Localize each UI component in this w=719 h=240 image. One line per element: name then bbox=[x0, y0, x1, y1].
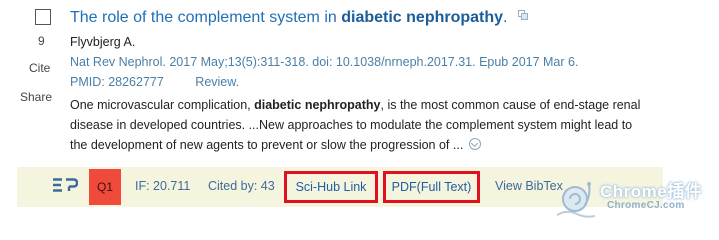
title-suffix: . bbox=[503, 9, 508, 26]
authors: Flyvbjerg A. bbox=[70, 35, 136, 49]
abstract-snippet: One microvascular complication, diabetic… bbox=[70, 95, 650, 155]
select-checkbox[interactable] bbox=[35, 9, 51, 25]
journal-citation: Nat Rev Nephrol. 2017 May;13(5):311-318.… bbox=[70, 55, 579, 69]
cite-count: 9 bbox=[38, 34, 45, 48]
share-button[interactable]: Share bbox=[20, 90, 52, 104]
copy-icon[interactable] bbox=[517, 7, 528, 20]
watermark-title: Chrome插件 bbox=[600, 182, 703, 201]
quartile-badge: Q1 bbox=[89, 169, 121, 205]
article-type: Review. bbox=[195, 75, 240, 89]
result-sidebar: 9 Cite Share bbox=[0, 0, 62, 165]
title-text: The role of the complement system in bbox=[70, 9, 342, 26]
watermark: Chrome插件 ChromeCJ.com bbox=[555, 173, 715, 223]
watermark-subtitle: ChromeCJ.com bbox=[607, 200, 685, 211]
impact-factor: IF: 20.711 bbox=[135, 179, 191, 193]
cite-button[interactable]: Cite bbox=[29, 61, 50, 75]
scihub-link-button[interactable]: Sci-Hub Link bbox=[284, 171, 378, 203]
snippet-keyword: diabetic nephropathy bbox=[254, 98, 381, 112]
snippet-text-start: One microvascular complication, bbox=[70, 98, 255, 112]
meta-line: PMID: 28262777 Review. bbox=[70, 75, 239, 89]
article-title-link[interactable]: The role of the complement system in dia… bbox=[70, 7, 528, 27]
expand-snippet-icon[interactable] bbox=[468, 138, 481, 150]
pmid: PMID: 28262777 bbox=[70, 75, 164, 89]
pdf-full-text-button[interactable]: PDF(Full Text) bbox=[383, 171, 480, 203]
title-keyword: diabetic nephropathy bbox=[341, 9, 504, 26]
view-bibtex-link[interactable]: View BibTex bbox=[495, 179, 563, 193]
cited-by-count[interactable]: Cited by: 43 bbox=[208, 179, 275, 193]
ep-logo-icon bbox=[52, 178, 79, 197]
